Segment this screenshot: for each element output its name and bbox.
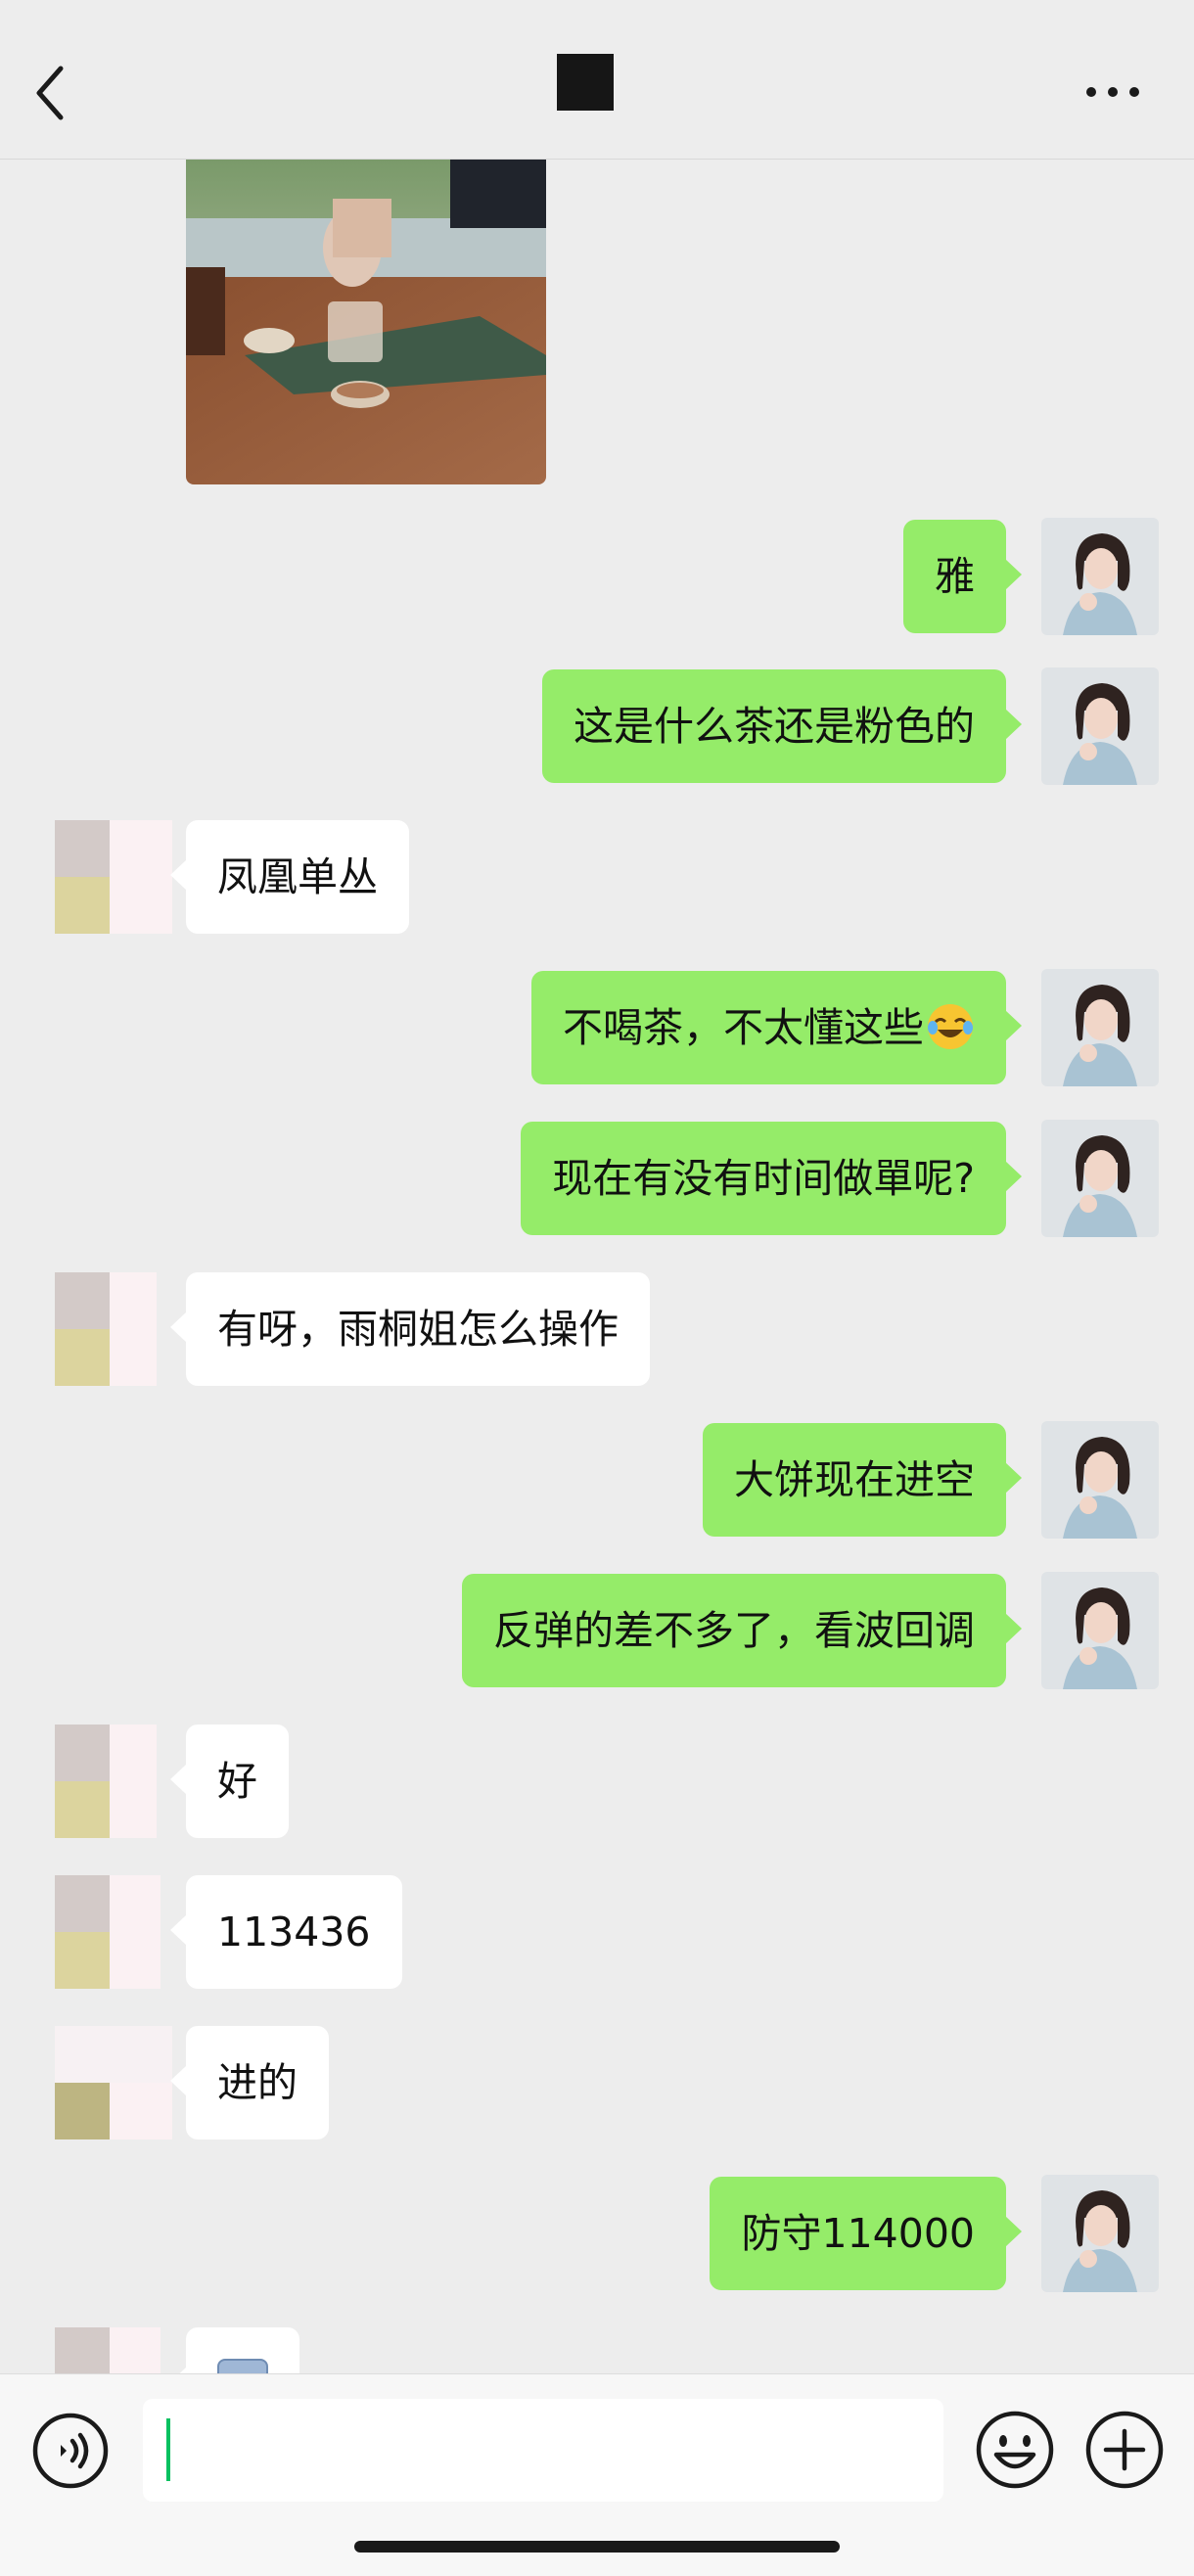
contact-avatar[interactable]: [55, 2327, 172, 2373]
message-text: 大饼现在进空: [734, 1456, 975, 1503]
incoming-message-bubble[interactable]: 凤凰单丛: [170, 820, 409, 934]
message-row: 大饼现在进空: [0, 1421, 1194, 1539]
message-text: 不喝茶，不太懂这些: [563, 1004, 924, 1051]
message-text: 防守114000: [741, 2210, 975, 2257]
contact-avatar[interactable]: [55, 1875, 172, 1989]
self-avatar[interactable]: [1041, 1421, 1159, 1539]
message-text: 进的: [217, 2059, 298, 2106]
self-avatar[interactable]: [1041, 2175, 1159, 2292]
message-row: 好: [0, 1725, 1194, 1838]
chat-header: [0, 0, 1194, 160]
message-row: 有呀，雨桐姐怎么操作: [0, 1272, 1194, 1386]
home-indicator[interactable]: [354, 2541, 840, 2553]
more-button[interactable]: [1081, 70, 1144, 114]
self-avatar[interactable]: [1041, 518, 1159, 635]
incoming-message-bubble[interactable]: [170, 2327, 299, 2373]
voice-icon: [32, 2413, 109, 2489]
avatar-image: [55, 2327, 161, 2373]
message-row: 进的: [0, 2026, 1194, 2139]
avatar-image: [1041, 1421, 1159, 1539]
message-input[interactable]: [143, 2399, 943, 2502]
back-button[interactable]: [25, 59, 80, 127]
self-avatar[interactable]: [1041, 667, 1159, 785]
message-list[interactable]: 雅 这是什么茶还是粉色的 凤凰单丛 不喝茶，不太懂这些 现在有没有时间做單呢? …: [0, 160, 1194, 2373]
message-row: 反弹的差不多了，看波回调: [0, 1572, 1194, 1689]
smiley-icon: [976, 2411, 1054, 2489]
message-text: 好: [217, 1758, 257, 1805]
voice-button[interactable]: [31, 2412, 110, 2490]
avatar-image: [1041, 667, 1159, 785]
incoming-message-bubble[interactable]: 好: [170, 1725, 289, 1838]
incoming-message-bubble[interactable]: 有呀，雨桐姐怎么操作: [170, 1272, 650, 1386]
ellipsis-icon: [1086, 87, 1139, 97]
message-row: 113436: [0, 1875, 1194, 1989]
avatar-image: [55, 820, 172, 934]
message-text: 现在有没有时间做單呢?: [552, 1155, 975, 1202]
avatar-image: [55, 1875, 161, 1989]
incoming-message-bubble[interactable]: 113436: [170, 1875, 402, 1989]
chevron-left-icon: [36, 66, 64, 120]
avatar-image: [55, 1725, 157, 1838]
outgoing-message-bubble[interactable]: 防守114000: [710, 2177, 1022, 2290]
message-row: 防守114000: [0, 2175, 1194, 2292]
avatar-image: [1041, 518, 1159, 635]
avatar-image: [55, 1272, 157, 1386]
contact-avatar[interactable]: [55, 1272, 172, 1386]
avatar-image: [1041, 1572, 1159, 1689]
tea-photo: [186, 160, 546, 484]
contact-avatar[interactable]: [55, 820, 172, 934]
contact-avatar[interactable]: [55, 1725, 172, 1838]
message-row: 不喝茶，不太懂这些: [0, 969, 1194, 1086]
self-avatar[interactable]: [1041, 969, 1159, 1086]
keyboard-emoji-icon: [217, 2359, 268, 2373]
avatar-image: [55, 2026, 172, 2139]
message-row: 现在有没有时间做單呢?: [0, 1120, 1194, 1237]
message-row: 雅: [0, 518, 1194, 635]
incoming-message-bubble[interactable]: 进的: [170, 2026, 329, 2139]
outgoing-message-bubble[interactable]: 反弹的差不多了，看波回调: [462, 1574, 1022, 1687]
avatar-image: [1041, 1120, 1159, 1237]
contact-avatar[interactable]: [55, 2026, 172, 2139]
avatar-image: [1041, 969, 1159, 1086]
message-row: [0, 2327, 1194, 2373]
message-text: 113436: [217, 1909, 371, 1955]
emoji-button[interactable]: [975, 2410, 1055, 2490]
message-text: 有呀，雨桐姐怎么操作: [217, 1306, 619, 1353]
message-text: 雅: [935, 553, 975, 600]
outgoing-message-bubble[interactable]: 不喝茶，不太懂这些: [531, 971, 1022, 1084]
chat-title-redacted: [557, 54, 614, 111]
message-row: 这是什么茶还是粉色的: [0, 667, 1194, 785]
message-text: 凤凰单丛: [217, 853, 378, 900]
outgoing-message-bubble[interactable]: 现在有没有时间做單呢?: [521, 1122, 1022, 1235]
avatar-image: [1041, 2175, 1159, 2292]
self-avatar[interactable]: [1041, 1120, 1159, 1237]
message-text: 这是什么茶还是粉色的: [574, 703, 975, 750]
message-text: 反弹的差不多了，看波回调: [493, 1607, 975, 1654]
outgoing-message-bubble[interactable]: 这是什么茶还是粉色的: [542, 669, 1022, 783]
outgoing-message-bubble[interactable]: 雅: [903, 520, 1022, 633]
message-row: 凤凰单丛: [0, 820, 1194, 934]
self-avatar[interactable]: [1041, 1572, 1159, 1689]
plus-icon: [1085, 2411, 1164, 2489]
image-message[interactable]: [186, 160, 546, 484]
plus-button[interactable]: [1084, 2410, 1165, 2490]
laugh-cry-emoji-icon: [928, 1004, 973, 1049]
input-bar: [0, 2373, 1194, 2576]
text-caret: [166, 2418, 170, 2481]
outgoing-message-bubble[interactable]: 大饼现在进空: [703, 1423, 1022, 1537]
